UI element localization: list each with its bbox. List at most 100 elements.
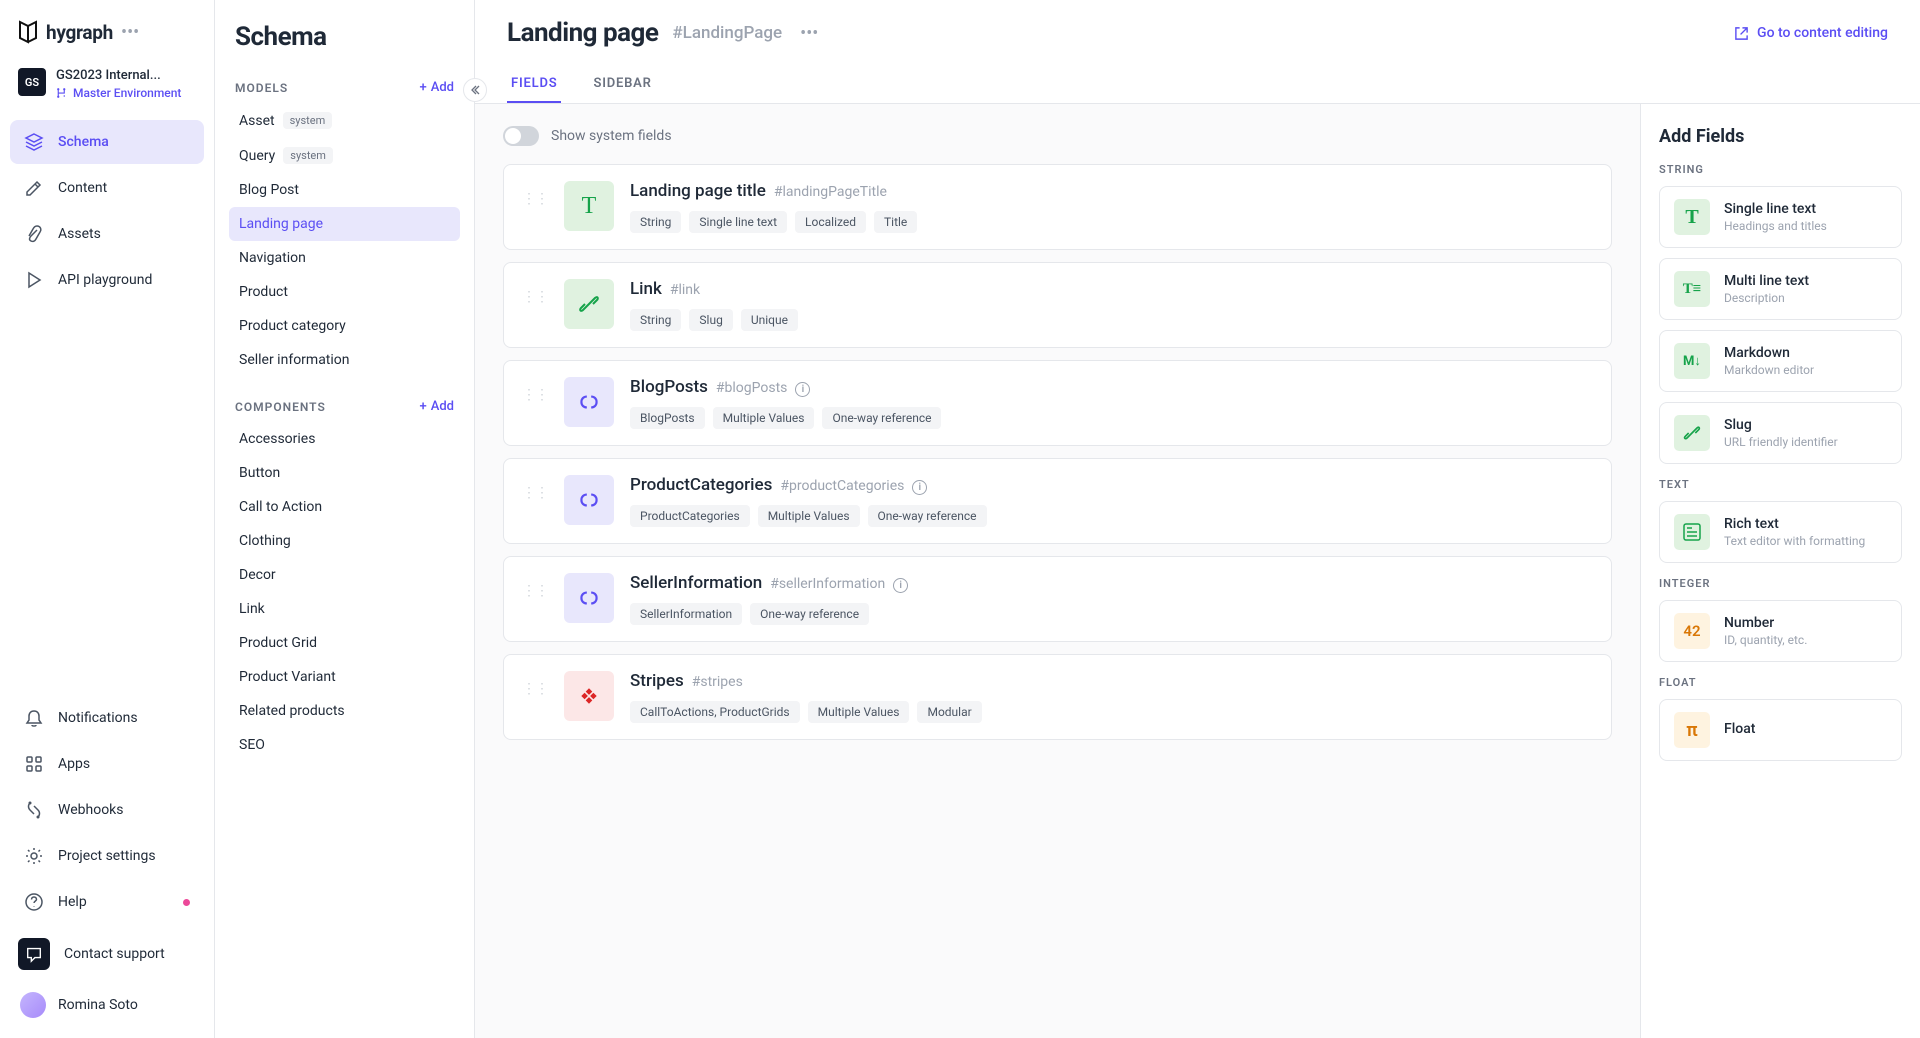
model-item[interactable]: Navigation <box>229 241 460 275</box>
chip: SellerInformation <box>630 603 742 625</box>
field-card[interactable]: ⋮⋮ SellerInformation #sellerInformation … <box>503 556 1612 642</box>
model-label: Blog Post <box>239 182 299 198</box>
sidebar-item-content[interactable]: Content <box>10 166 204 210</box>
field-type-desc: URL friendly identifier <box>1724 435 1838 449</box>
sidebar-item-help[interactable]: Help <box>10 880 204 924</box>
drag-handle-icon[interactable]: ⋮⋮ <box>522 289 548 305</box>
field-api-id: #productCategories <box>780 478 904 494</box>
logo-row: hygraph ••• <box>10 20 204 62</box>
add-field-type-card[interactable]: 42 Number ID, quantity, etc. <box>1659 600 1902 662</box>
add-field-type-card[interactable]: Rich text Text editor with formatting <box>1659 501 1902 563</box>
add-field-type-card[interactable]: Slug URL friendly identifier <box>1659 402 1902 464</box>
schema-panel: Schema MODELS + Add AssetsystemQuerysyst… <box>215 0 475 1038</box>
models-header: MODELS + Add <box>229 70 460 103</box>
field-type-icon <box>564 671 614 721</box>
info-icon[interactable]: i <box>893 578 908 593</box>
collapse-panel-button[interactable] <box>463 78 487 102</box>
drag-handle-icon[interactable]: ⋮⋮ <box>522 485 548 501</box>
field-type-icon <box>1674 415 1710 451</box>
chip: CallToActions, ProductGrids <box>630 701 800 723</box>
page-menu-icon[interactable]: ••• <box>796 19 822 48</box>
sidebar-item-webhooks[interactable]: Webhooks <box>10 788 204 832</box>
sidebar-item-schema[interactable]: Schema <box>10 120 204 164</box>
chat-icon <box>18 938 50 970</box>
model-item[interactable]: Button <box>229 456 460 490</box>
field-card[interactable]: ⋮⋮ Link #link StringSlugUnique <box>503 262 1612 348</box>
model-item[interactable]: Product <box>229 275 460 309</box>
field-card[interactable]: ⋮⋮ ProductCategories #productCategories … <box>503 458 1612 544</box>
field-name: Stripes <box>630 671 684 691</box>
project-avatar: GS <box>18 68 46 96</box>
model-item[interactable]: SEO <box>229 728 460 762</box>
tab-sidebar[interactable]: SIDEBAR <box>589 66 655 103</box>
gear-icon <box>24 846 44 866</box>
model-item[interactable]: Product category <box>229 309 460 343</box>
chip: BlogPosts <box>630 407 705 429</box>
model-label: Product Grid <box>239 635 317 651</box>
chip: Multiple Values <box>808 701 910 723</box>
model-item[interactable]: Seller information <box>229 343 460 377</box>
logo-menu-icon[interactable]: ••• <box>121 22 139 43</box>
drag-handle-icon[interactable]: ⋮⋮ <box>522 387 548 403</box>
sidebar-item-contact-support[interactable]: Contact support <box>10 926 204 982</box>
field-card[interactable]: ⋮⋮ T Landing page title #landingPageTitl… <box>503 164 1612 250</box>
plus-icon: + <box>420 80 427 95</box>
components-label: COMPONENTS <box>235 400 326 414</box>
sidebar-item-project-settings[interactable]: Project settings <box>10 834 204 878</box>
main-header: Landing page #LandingPage ••• Go to cont… <box>475 0 1920 104</box>
field-api-id: #sellerInformation <box>770 576 885 592</box>
sidebar-item-notifications[interactable]: Notifications <box>10 696 204 740</box>
bell-icon <box>24 708 44 728</box>
model-item[interactable]: Landing page <box>229 207 460 241</box>
info-icon[interactable]: i <box>795 382 810 397</box>
user-row[interactable]: Romina Soto <box>10 982 204 1018</box>
field-type-name: Rich text <box>1724 516 1865 532</box>
tab-fields[interactable]: FIELDS <box>507 66 561 103</box>
field-api-id: #landingPageTitle <box>774 184 887 200</box>
field-api-id: #stripes <box>692 674 743 690</box>
model-item[interactable]: Call to Action <box>229 490 460 524</box>
add-field-type-card[interactable]: T Single line text Headings and titles <box>1659 186 1902 248</box>
model-item[interactable]: Product Variant <box>229 660 460 694</box>
field-card[interactable]: ⋮⋮ Stripes #stripes CallToActions, Produ… <box>503 654 1612 740</box>
field-type-name: Single line text <box>1724 201 1827 217</box>
model-item[interactable]: Link <box>229 592 460 626</box>
sidebar-item-assets[interactable]: Assets <box>10 212 204 256</box>
system-fields-toggle[interactable] <box>503 126 539 146</box>
add-component-button[interactable]: + Add <box>420 399 455 414</box>
drag-handle-icon[interactable]: ⋮⋮ <box>522 681 548 697</box>
model-item[interactable]: Blog Post <box>229 173 460 207</box>
info-icon[interactable]: i <box>912 480 927 495</box>
field-card[interactable]: ⋮⋮ BlogPosts #blogPosts i BlogPostsMulti… <box>503 360 1612 446</box>
add-field-type-card[interactable]: M↓ Markdown Markdown editor <box>1659 330 1902 392</box>
model-item[interactable]: Product Grid <box>229 626 460 660</box>
field-type-icon <box>564 573 614 623</box>
model-item[interactable]: Querysystem <box>229 138 460 173</box>
field-api-id: #blogPosts <box>716 380 788 396</box>
add-field-type-card[interactable]: T≡ Multi line text Description <box>1659 258 1902 320</box>
hook-icon <box>24 800 44 820</box>
sidebar-item-apps[interactable]: Apps <box>10 742 204 786</box>
model-label: Link <box>239 601 265 617</box>
model-item[interactable]: Assetsystem <box>229 103 460 138</box>
model-item[interactable]: Related products <box>229 694 460 728</box>
model-label: Product category <box>239 318 346 334</box>
nav-label: Webhooks <box>58 802 124 818</box>
sidebar: hygraph ••• GS GS2023 Internal... Master… <box>0 0 215 1038</box>
field-name: BlogPosts <box>630 377 708 397</box>
model-item[interactable]: Decor <box>229 558 460 592</box>
goto-content-link[interactable]: Go to content editing <box>1734 25 1888 41</box>
chip: Unique <box>741 309 798 331</box>
drag-handle-icon[interactable]: ⋮⋮ <box>522 583 548 599</box>
fields-area: Show system fields ⋮⋮ T Landing page tit… <box>475 104 1640 1038</box>
field-type-icon: 42 <box>1674 613 1710 649</box>
model-item[interactable]: Clothing <box>229 524 460 558</box>
add-field-type-card[interactable]: π Float <box>1659 699 1902 761</box>
project-selector[interactable]: GS GS2023 Internal... Master Environment <box>10 62 204 114</box>
sidebar-item-api-playground[interactable]: API playground <box>10 258 204 302</box>
play-icon <box>24 270 44 290</box>
nav-label: Project settings <box>58 848 156 864</box>
drag-handle-icon[interactable]: ⋮⋮ <box>522 191 548 207</box>
add-model-button[interactable]: + Add <box>420 80 455 95</box>
model-item[interactable]: Accessories <box>229 422 460 456</box>
